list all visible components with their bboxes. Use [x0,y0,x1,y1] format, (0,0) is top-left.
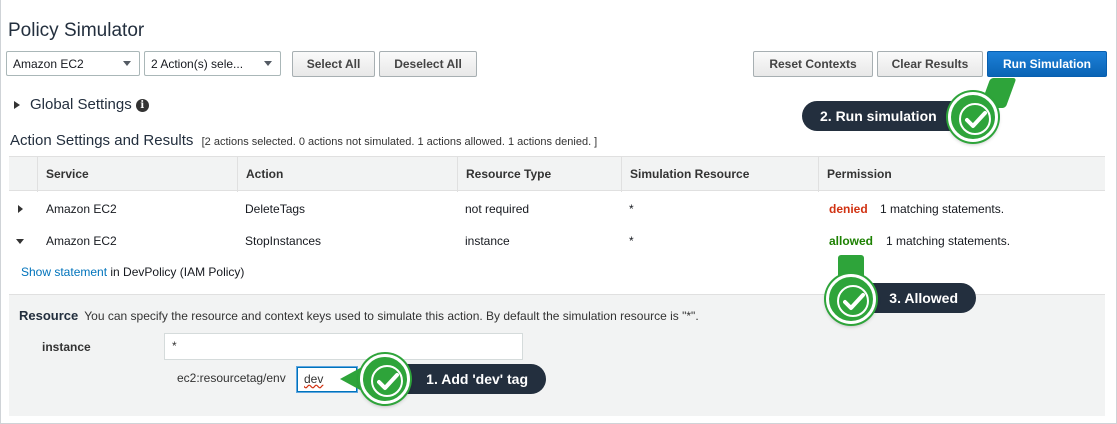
row-sim-resource: * [629,202,634,216]
column-header-permission[interactable]: Permission [818,157,1105,192]
column-header-service[interactable]: Service [37,157,232,192]
tag-key-label: ec2:resourcetag/env [177,371,286,385]
resource-title: Resource [19,308,79,323]
column-header-simulation-resource[interactable]: Simulation Resource [621,157,819,192]
clear-results-button[interactable]: Clear Results [877,51,983,77]
actions-select-value: 2 Action(s) sele... [151,57,244,71]
collapse-row-icon[interactable] [16,239,24,244]
instance-label: instance [42,340,91,354]
deselect-all-button[interactable]: Deselect All [379,51,477,77]
row-service: Amazon EC2 [46,202,117,216]
show-statement-link[interactable]: Show statement [21,265,107,279]
check-icon [948,92,998,142]
column-header-resource-type[interactable]: Resource Type [457,157,622,192]
chevron-down-icon [123,61,131,66]
reset-contexts-button[interactable]: Reset Contexts [753,51,873,77]
table-row[interactable]: Amazon EC2 StopInstances instance * allo… [9,225,1105,257]
select-all-button[interactable]: Select All [292,51,375,77]
results-title: Action Settings and Results [10,132,194,149]
row-action: DeleteTags [245,202,306,216]
caret-right-icon [14,101,20,110]
row-matching-statements: 1 matching statements. [880,202,1005,216]
tag-value-text: dev [304,372,324,386]
row-resource-type: not required [465,202,530,216]
row-action: StopInstances [245,234,322,248]
row-resource-type: instance [465,234,510,248]
results-summary: [2 actions selected. 0 actions not simul… [201,136,598,148]
page-title: Policy Simulator [8,20,145,41]
info-icon[interactable]: i [135,98,149,112]
actions-select[interactable]: 2 Action(s) sele... [144,51,281,76]
results-heading: Action Settings and Results [2 actions s… [10,132,597,149]
table-row[interactable]: Amazon EC2 DeleteTags not required * den… [9,193,1105,225]
run-simulation-button[interactable]: Run Simulation [987,51,1107,77]
show-statement-suffix: in DevPolicy (IAM Policy) [107,265,245,279]
row-sim-resource: * [629,234,634,248]
show-statement-line: Show statement in DevPolicy (IAM Policy) [21,265,244,279]
permission-denied-label: denied [829,202,868,216]
table-header: Service Action Resource Type Simulation … [9,156,1105,192]
global-settings-toggle[interactable]: Global Settings i [14,96,149,113]
results-table: Service Action Resource Type Simulation … [9,156,1105,248]
annotation-run-simulation: 2. Run simulation [802,101,970,131]
check-icon [826,274,876,324]
resource-heading: Resource You can specify the resource and… [19,308,699,323]
row-service: Amazon EC2 [46,234,117,248]
service-select-value: Amazon EC2 [13,57,84,71]
annotation-add-dev-tag: 1. Add 'dev' tag [392,364,546,394]
instance-resource-input[interactable]: * [164,333,523,360]
row-matching-statements: 1 matching statements. [886,234,1011,248]
global-settings-label: Global Settings [30,96,132,113]
check-icon [360,354,410,404]
chevron-down-icon [264,61,272,66]
permission-allowed-label: allowed [829,234,874,248]
expand-row-icon[interactable] [18,205,23,213]
service-select[interactable]: Amazon EC2 [6,51,140,76]
resource-description: You can specify the resource and context… [84,309,699,323]
column-header-action[interactable]: Action [237,157,457,192]
